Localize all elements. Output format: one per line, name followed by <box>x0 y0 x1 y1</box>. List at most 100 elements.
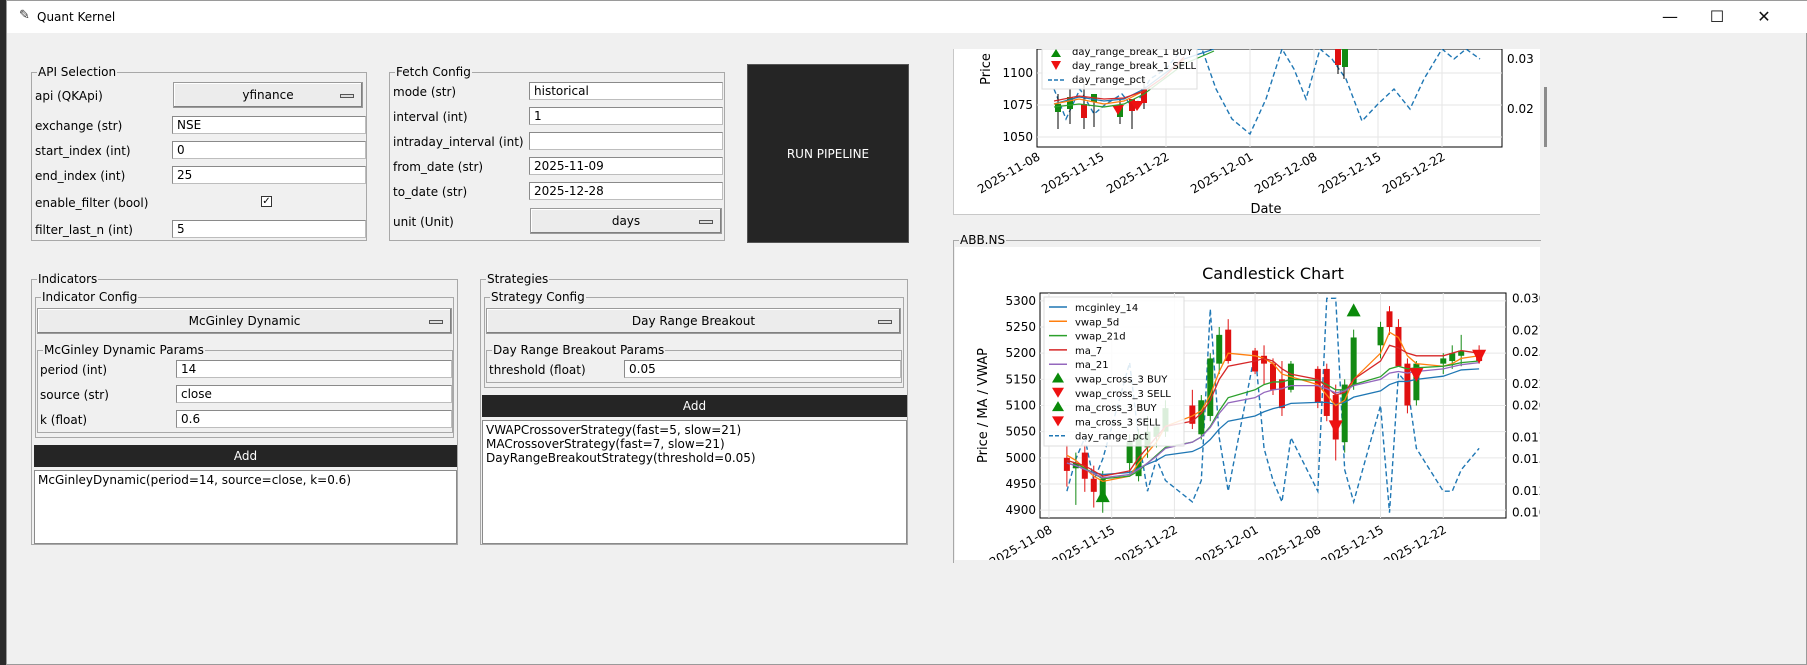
y-tick-label: 4950 <box>1005 477 1036 491</box>
top-legend-entry: day_range_break_1 SELL <box>1072 61 1197 72</box>
strategy-type-value: Day Range Breakout <box>631 314 756 328</box>
period-field[interactable]: 14 <box>176 360 452 378</box>
interval-label: interval (int) <box>393 110 468 124</box>
x-tick-label: 2025-12-08 <box>1252 149 1319 196</box>
start-index-label: start_index (int) <box>35 144 131 158</box>
x-tick-label: 2025-12-15 <box>1316 149 1383 196</box>
legend-entry: mcginley_14 <box>1075 303 1138 314</box>
candle-body <box>1198 400 1205 435</box>
k-field[interactable]: 0.6 <box>176 410 452 428</box>
candle-body <box>1395 327 1402 367</box>
from-date-label: from_date (str) <box>393 160 484 174</box>
x-tick-label: 2025-12-01 <box>1193 522 1260 560</box>
y-tick-label: 5050 <box>1005 425 1036 439</box>
dropdown-indicator-icon <box>699 220 713 224</box>
list-item[interactable]: McGinleyDynamic(period=14, source=close,… <box>38 473 453 487</box>
dropdown-indicator-icon <box>429 320 443 324</box>
top-chart-ylabel: Price <box>979 53 994 85</box>
x-tick-label: 2025-11-15 <box>1039 149 1106 196</box>
feather-app-icon: ✎ <box>19 8 30 23</box>
group-legend: McGinley Dynamic Params <box>44 343 204 357</box>
unit-dropdown[interactable]: days <box>530 208 722 234</box>
add-indicator-button[interactable]: Add <box>34 445 457 467</box>
x-tick-label: 2025-11-15 <box>1050 522 1117 560</box>
candle-body <box>1063 457 1070 471</box>
x-tick-label: 2025-12-15 <box>1319 522 1386 560</box>
x-tick-label: 2025-12-08 <box>1256 522 1323 560</box>
app-window: ✎ Quant Kernel — ☐ ✕ API Selection api (… <box>6 0 1807 665</box>
y-tick-label: 5000 <box>1005 451 1036 465</box>
intraday-interval-field[interactable] <box>529 132 723 150</box>
y2-tick-label: 0.020 <box>1512 399 1540 413</box>
end-index-label: end_index (int) <box>35 169 126 183</box>
list-item[interactable]: VWAPCrossoverStrategy(fast=5, slow=21) <box>486 423 903 437</box>
x-tick-label: 2025-12-22 <box>1381 522 1448 560</box>
period-label: period (int) <box>40 363 108 377</box>
group-legend: Fetch Config <box>396 65 471 79</box>
mode-field[interactable]: historical <box>529 82 723 100</box>
y-tick-label: 5100 <box>1005 399 1036 413</box>
exchange-label: exchange (str) <box>35 119 123 133</box>
y-tick-label: 5150 <box>1005 372 1036 386</box>
y-tick-label: 5250 <box>1005 320 1036 334</box>
close-button[interactable]: ✕ <box>1741 1 1787 33</box>
candlestick-chart: Candlestick Chart Price / MA / VWAP 2025… <box>976 264 1546 569</box>
to-date-field[interactable]: 2025-12-28 <box>529 182 723 200</box>
start-index-field[interactable]: 0 <box>172 141 366 159</box>
y-tick-label: 4900 <box>1005 503 1036 517</box>
enable-filter-checkbox[interactable]: ✓ <box>261 196 272 207</box>
chart-ylabel: Price / MA / VWAP <box>976 348 991 463</box>
end-index-field[interactable]: 25 <box>172 166 366 184</box>
list-item[interactable]: DayRangeBreakoutStrategy(threshold=0.05) <box>486 451 903 465</box>
from-date-field[interactable]: 2025-11-09 <box>529 157 723 175</box>
group-legend: Indicator Config <box>42 290 138 304</box>
legend-entry: ma_21 <box>1075 360 1109 371</box>
y2-tick-label: 0.022 <box>1512 377 1540 391</box>
legend-entry: vwap_21d <box>1075 332 1126 343</box>
group-legend: Strategy Config <box>491 290 585 304</box>
x-tick-label: 2025-11-08 <box>987 522 1054 560</box>
x-tick-label: 2025-12-01 <box>1188 149 1255 196</box>
candle-body <box>1377 327 1384 346</box>
threshold-field[interactable]: 0.05 <box>624 360 901 378</box>
strategy-type-dropdown[interactable]: Day Range Breakout <box>486 308 901 334</box>
run-pipeline-button[interactable]: RUN PIPELINE <box>747 64 909 243</box>
strategy-list[interactable]: VWAPCrossoverStrategy(fast=5, slow=21) M… <box>482 420 907 544</box>
y2-tick-label: 0.02 <box>1507 102 1534 116</box>
maximize-button[interactable]: ☐ <box>1694 1 1740 33</box>
unit-value: days <box>611 214 641 228</box>
indicator-type-dropdown[interactable]: McGinley Dynamic <box>37 308 452 334</box>
top-chart-xlabel: Date <box>1250 202 1281 215</box>
indicator-type-value: McGinley Dynamic <box>188 314 301 328</box>
dropdown-indicator-icon <box>878 320 892 324</box>
api-dropdown[interactable]: yfinance <box>173 82 363 108</box>
minimize-button[interactable]: — <box>1647 1 1693 33</box>
y2-tick-label: 0.03 <box>1507 52 1534 66</box>
x-tick-label: 2025-11-22 <box>1104 149 1171 196</box>
list-item[interactable]: MACrossoverStrategy(fast=7, slow=21) <box>486 437 903 451</box>
top-legend-entry: day_range_pct <box>1072 75 1145 86</box>
legend-entry: vwap_cross_3 SELL <box>1075 389 1171 400</box>
exchange-field[interactable]: NSE <box>172 116 366 134</box>
enable-filter-label: enable_filter (bool) <box>35 196 149 210</box>
filter-last-n-field[interactable]: 5 <box>172 220 366 238</box>
mode-label: mode (str) <box>393 85 457 99</box>
scrollbar-thumb[interactable] <box>1544 87 1547 147</box>
candle-body <box>1216 334 1223 364</box>
add-strategy-button[interactable]: Add <box>482 395 907 417</box>
candle-body <box>1386 311 1393 328</box>
source-label: source (str) <box>40 388 109 402</box>
interval-field[interactable]: 1 <box>529 107 723 125</box>
top-legend-entry: day_range_break_1 BUY <box>1072 49 1194 58</box>
source-field[interactable]: close <box>176 385 452 403</box>
x-tick-label: 2025-11-08 <box>975 149 1042 196</box>
unit-label: unit (Unit) <box>393 215 454 229</box>
group-legend: API Selection <box>38 65 117 79</box>
candle-body <box>1090 478 1097 492</box>
y-tick-label: 5200 <box>1005 346 1036 360</box>
indicator-list[interactable]: McGinleyDynamic(period=14, source=close,… <box>34 470 457 544</box>
candle-body <box>1207 358 1214 416</box>
dropdown-indicator-icon <box>340 94 354 98</box>
x-tick-label: 2025-12-22 <box>1380 149 1447 196</box>
y2-tick-label: 0.030 <box>1512 291 1540 305</box>
